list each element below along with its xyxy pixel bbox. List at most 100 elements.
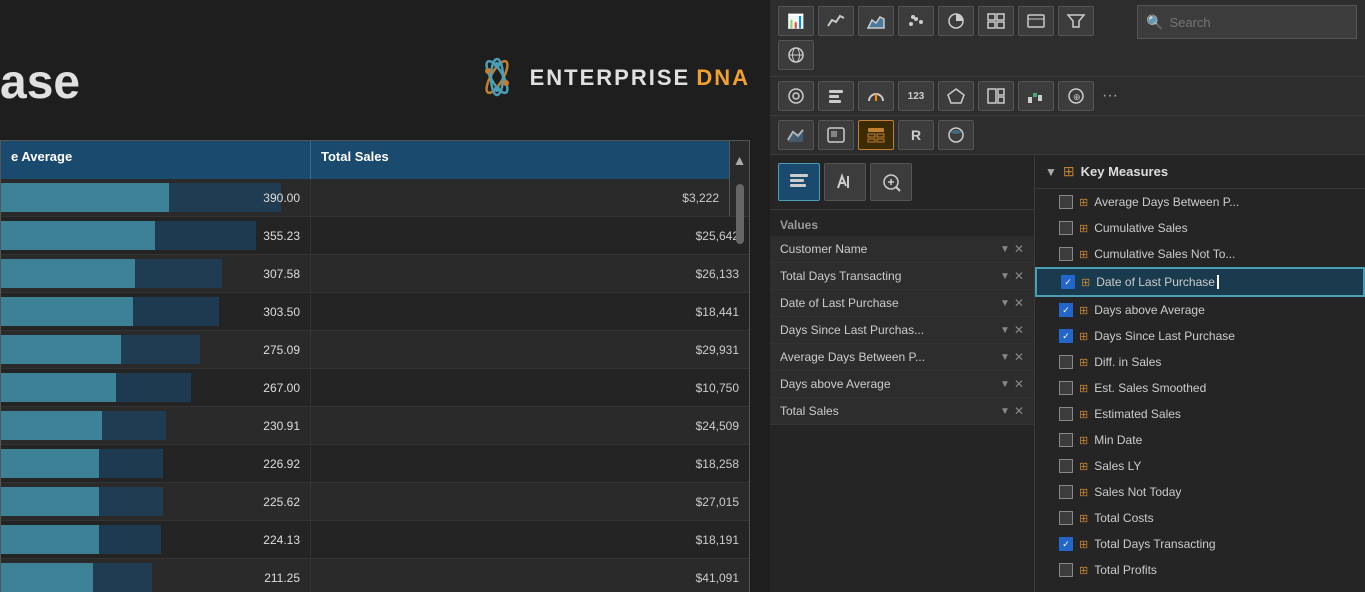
field-checkbox[interactable] xyxy=(1059,221,1073,235)
cell-sales: $3,222 xyxy=(311,179,729,216)
field-list-item[interactable]: ⊞Sales Not Today··· xyxy=(1035,479,1365,505)
field-checkbox[interactable] xyxy=(1059,329,1073,343)
field-remove-btn[interactable]: ✕ xyxy=(1014,269,1024,283)
measure-icon: ⊞ xyxy=(1079,248,1088,261)
field-remove-btn[interactable]: ✕ xyxy=(1014,296,1024,310)
field-list-item[interactable]: ⊞Days above Average··· xyxy=(1035,297,1365,323)
field-list-item[interactable]: ⊞Min Date··· xyxy=(1035,427,1365,453)
fields-list: ⊞Average Days Between P...···⊞Cumulative… xyxy=(1035,189,1365,592)
search-input[interactable] xyxy=(1169,15,1348,30)
field-checkbox[interactable] xyxy=(1061,275,1075,289)
field-list-item[interactable]: ⊞Date of Last Purchase··· xyxy=(1035,267,1365,297)
field-list-item[interactable]: ⊞Cumulative Sales··· xyxy=(1035,215,1365,241)
field-checkbox[interactable] xyxy=(1059,563,1073,577)
r-visual-icon-btn[interactable]: R xyxy=(898,120,934,150)
waterfall-icon-btn[interactable] xyxy=(1018,81,1054,111)
field-remove-btn[interactable]: ✕ xyxy=(1014,350,1024,364)
card-view-icon-btn[interactable] xyxy=(1018,6,1054,36)
search-box[interactable]: 🔍 xyxy=(1137,5,1357,39)
viz-icons-row xyxy=(770,155,1034,210)
field-remove-btn[interactable]: ✕ xyxy=(1014,242,1024,256)
funnel-icon-btn[interactable] xyxy=(1058,6,1094,36)
viz-field-item[interactable]: Average Days Between P...▼✕ xyxy=(770,344,1034,371)
field-list-item[interactable]: ⊞Total Costs··· xyxy=(1035,505,1365,531)
field-checkbox[interactable] xyxy=(1059,485,1073,499)
viz-field-item[interactable]: Date of Last Purchase▼✕ xyxy=(770,290,1034,317)
field-list-item[interactable]: ⊞Sales LY··· xyxy=(1035,453,1365,479)
field-checkbox[interactable] xyxy=(1059,511,1073,525)
fields-view-btn[interactable] xyxy=(778,163,820,201)
viz-field-item[interactable]: Customer Name▼✕ xyxy=(770,236,1034,263)
cell-average: 390.00 xyxy=(1,179,311,216)
cell-average: 226.92 xyxy=(1,445,311,482)
custom-visual-icon-btn[interactable]: ⊕ xyxy=(1058,81,1094,111)
field-checkbox[interactable] xyxy=(1059,303,1073,317)
format-view-btn[interactable] xyxy=(824,163,866,201)
cell-sales: $25,642 xyxy=(311,217,749,254)
chart-scatter-icon-btn[interactable] xyxy=(898,6,934,36)
viz-field-item[interactable]: Days above Average▼✕ xyxy=(770,371,1034,398)
viz-fields-list: Customer Name▼✕Total Days Transacting▼✕D… xyxy=(770,236,1034,425)
col-sales-header: Total Sales xyxy=(311,141,729,179)
viz-field-item[interactable]: Days Since Last Purchas...▼✕ xyxy=(770,317,1034,344)
table-icon: ⊞ xyxy=(1063,163,1075,180)
field-list-item[interactable]: ⊞Estimated Sales··· xyxy=(1035,401,1365,427)
chart-pie-icon-btn[interactable] xyxy=(938,6,974,36)
donut-icon-btn[interactable] xyxy=(778,81,814,111)
scrollbar[interactable] xyxy=(729,179,749,216)
analytics-view-btn[interactable] xyxy=(870,163,912,201)
table-grid-icon-btn[interactable] xyxy=(978,6,1014,36)
map-gauge-icon-btn[interactable] xyxy=(858,81,894,111)
logo-area: ENTERPRISE DNA xyxy=(475,55,750,100)
cell-average: 211.25 xyxy=(1,559,311,592)
fields-title: Key Measures xyxy=(1081,164,1168,179)
cell-average: 267.00 xyxy=(1,369,311,406)
line-area-icon-btn[interactable] xyxy=(778,120,814,150)
scroll-up-arrow[interactable]: ▲ xyxy=(729,141,749,179)
treemap-icon-btn[interactable] xyxy=(978,81,1014,111)
measure-icon: ⊞ xyxy=(1079,196,1088,209)
field-list-item[interactable]: ⊞Average Days Between P...··· xyxy=(1035,189,1365,215)
field-list-item[interactable]: ⊞Total Days Transacting··· xyxy=(1035,531,1365,557)
chart-bar-icon-btn[interactable]: 📊 xyxy=(778,6,814,36)
cell-average: 355.23 xyxy=(1,217,311,254)
viz-field-item[interactable]: Total Days Transacting▼✕ xyxy=(770,263,1034,290)
slicer-icon-btn[interactable] xyxy=(818,81,854,111)
right-panel: 📊 xyxy=(770,0,1365,592)
field-checkbox[interactable] xyxy=(1059,247,1073,261)
viz-field-item[interactable]: Total Sales▼✕ xyxy=(770,398,1034,425)
cell-sales: $29,931 xyxy=(311,331,749,368)
field-checkbox[interactable] xyxy=(1059,355,1073,369)
field-checkbox[interactable] xyxy=(1059,381,1073,395)
ellipsis-indicator: ··· xyxy=(1098,87,1122,105)
field-checkbox[interactable] xyxy=(1059,537,1073,551)
table-row: 303.50$18,441 xyxy=(1,293,749,331)
field-checkbox[interactable] xyxy=(1059,407,1073,421)
field-list-item[interactable]: ⊞Diff. in Sales··· xyxy=(1035,349,1365,375)
filled-map2-icon-btn[interactable] xyxy=(818,120,854,150)
cell-average: 224.13 xyxy=(1,521,311,558)
kpi-icon-btn[interactable]: 123 xyxy=(898,81,934,111)
field-remove-btn[interactable]: ✕ xyxy=(1014,377,1024,391)
field-list-item[interactable]: ⊞Total Profits··· xyxy=(1035,557,1365,583)
field-list-item[interactable]: ⊞Cumulative Sales Not To...··· xyxy=(1035,241,1365,267)
viz-pane: Values Customer Name▼✕Total Days Transac… xyxy=(770,155,1035,592)
right-content: Values Customer Name▼✕Total Days Transac… xyxy=(770,155,1365,592)
matrix-icon-btn[interactable] xyxy=(858,120,894,150)
field-list-item[interactable]: ⊞Days Since Last Purchase··· xyxy=(1035,323,1365,349)
chart-line-icon-btn[interactable] xyxy=(818,6,854,36)
field-remove-btn[interactable]: ✕ xyxy=(1014,404,1024,418)
field-remove-btn[interactable]: ✕ xyxy=(1014,323,1024,337)
chart-area-icon-btn[interactable] xyxy=(858,6,894,36)
field-checkbox[interactable] xyxy=(1059,459,1073,473)
fields-pane: ▼ ⊞ Key Measures ⊞Average Days Between P… xyxy=(1035,155,1365,592)
field-list-item[interactable]: ⊞Est. Sales Smoothed··· xyxy=(1035,375,1365,401)
field-checkbox[interactable] xyxy=(1059,195,1073,209)
azure-map-icon-btn[interactable] xyxy=(938,120,974,150)
table-row: 230.91$24,509 xyxy=(1,407,749,445)
field-checkbox[interactable] xyxy=(1059,433,1073,447)
filled-map-icon-btn[interactable] xyxy=(938,81,974,111)
globe-icon-btn[interactable] xyxy=(778,40,814,70)
collapse-arrow-icon: ▼ xyxy=(1045,165,1057,179)
cell-sales: $10,750 xyxy=(311,369,749,406)
